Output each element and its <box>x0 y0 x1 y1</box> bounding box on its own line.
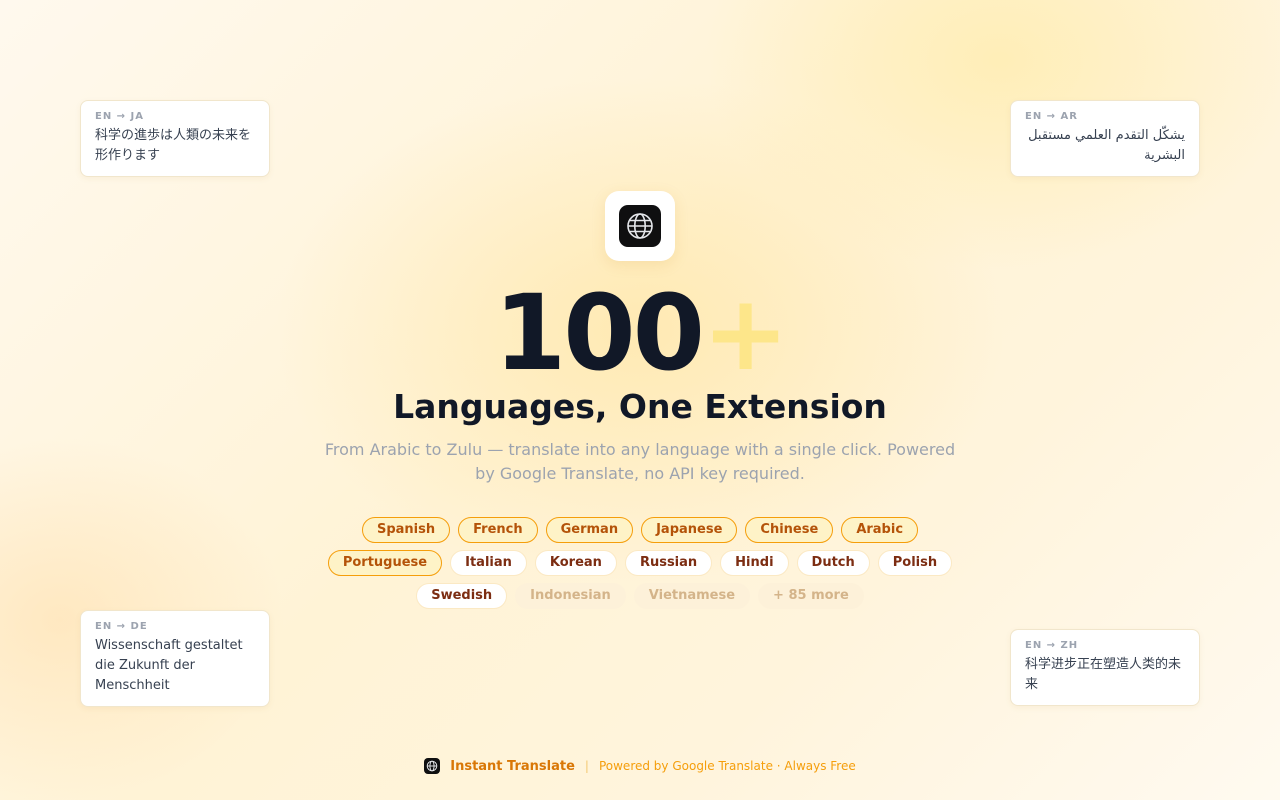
translation-text: Wissenschaft gestaltet die Zukunft der M… <box>95 638 243 693</box>
language-count-plus: + <box>701 272 789 394</box>
language-chip: Italian <box>450 550 527 576</box>
language-chip: French <box>458 517 538 543</box>
language-pair-label: EN → DE <box>95 621 148 632</box>
language-chip: Dutch <box>796 550 870 576</box>
page-subtitle: From Arabic to Zulu — translate into any… <box>324 440 956 483</box>
more-languages-chip: + 85 more <box>758 583 864 609</box>
app-logo <box>605 191 675 261</box>
translation-text: 科学の進歩は人類の未来を形作ります <box>95 128 252 163</box>
translation-text: 科学进步正在塑造人类的未来 <box>1025 657 1182 692</box>
translation-text: يشكّل التقدم العلمي مستقبل البشرية <box>1028 128 1185 163</box>
chip-row: Portuguese Italian Korean Russian Hindi … <box>240 550 1040 576</box>
language-count-number: 100 <box>493 272 705 394</box>
language-chip: Korean <box>534 550 617 576</box>
globe-icon <box>424 758 441 774</box>
footer-tagline: Powered by Google Translate · Always Fre… <box>598 759 856 773</box>
language-chip: Swedish <box>416 583 508 609</box>
language-chip: Portuguese <box>327 550 443 576</box>
chip-row: Swedish Indonesian Vietnamese + 85 more <box>240 583 1040 609</box>
language-chips: Spanish French German Japanese Chinese A… <box>240 517 1040 616</box>
page-title: Languages, One Extension <box>393 387 887 426</box>
language-pair-label: EN → JA <box>95 111 145 122</box>
footer-app-name: Instant Translate <box>450 758 575 774</box>
language-chip: Vietnamese <box>633 583 751 609</box>
language-chip: Indonesian <box>515 583 626 609</box>
language-chip: Russian <box>624 550 713 576</box>
language-chip: German <box>545 517 634 543</box>
language-pair-label: EN → AR <box>1025 111 1078 122</box>
chip-row: Spanish French German Japanese Chinese A… <box>240 517 1040 543</box>
translation-card-de: EN → DE Wissenschaft gestaltet die Zukun… <box>80 610 270 707</box>
language-pair-label: EN → ZH <box>1025 640 1079 651</box>
language-chip: Arabic <box>841 517 919 543</box>
globe-icon <box>619 205 661 247</box>
language-count: 100+ <box>0 278 1280 388</box>
translation-card-zh: EN → ZH 科学进步正在塑造人类的未来 <box>1010 629 1200 706</box>
footer-separator: | <box>584 759 589 773</box>
footer: Instant Translate | Powered by Google Tr… <box>0 758 1280 774</box>
translation-card-ja: EN → JA 科学の進歩は人類の未来を形作ります <box>80 100 270 177</box>
language-chip: Hindi <box>720 550 789 576</box>
translation-card-ar: EN → AR يشكّل التقدم العلمي مستقبل البشر… <box>1010 100 1200 177</box>
language-chip: Polish <box>877 550 953 576</box>
language-chip: Chinese <box>745 517 834 543</box>
language-chip: Japanese <box>641 517 738 543</box>
language-chip: Spanish <box>361 517 451 543</box>
